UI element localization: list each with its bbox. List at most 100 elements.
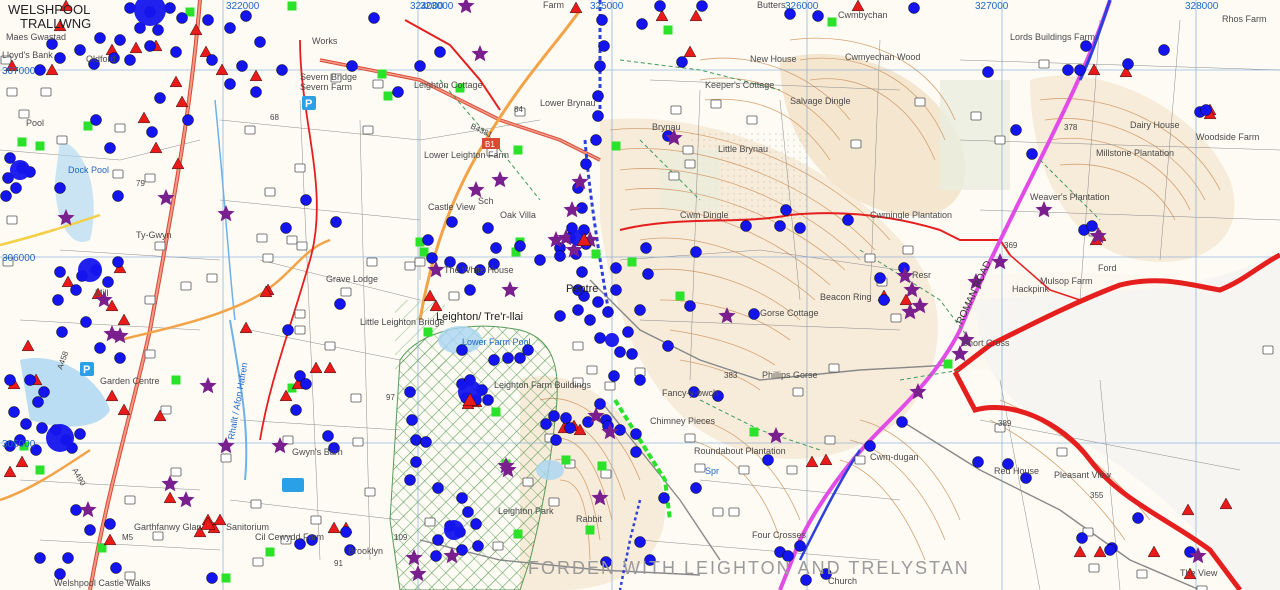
- green-square-marker[interactable]: [423, 327, 433, 337]
- blue-location-marker[interactable]: [56, 326, 68, 338]
- blue-location-marker[interactable]: [1074, 64, 1086, 76]
- blue-location-marker[interactable]: [422, 234, 434, 246]
- blue-location-marker[interactable]: [690, 482, 702, 494]
- blue-location-marker[interactable]: [598, 40, 610, 52]
- blue-location-marker[interactable]: [206, 54, 218, 66]
- blue-location-marker[interactable]: [592, 296, 604, 308]
- marker-cluster[interactable]: [78, 258, 102, 282]
- blue-location-marker[interactable]: [1010, 124, 1022, 136]
- blue-location-marker[interactable]: [594, 332, 606, 344]
- blue-location-marker[interactable]: [322, 430, 334, 442]
- blue-location-marker[interactable]: [534, 254, 546, 266]
- blue-location-marker[interactable]: [32, 396, 44, 408]
- blue-location-marker[interactable]: [254, 36, 266, 48]
- blue-location-marker[interactable]: [300, 194, 312, 206]
- blue-location-marker[interactable]: [124, 2, 136, 14]
- blue-location-marker[interactable]: [1200, 104, 1212, 116]
- blue-location-marker[interactable]: [74, 428, 86, 440]
- blue-location-marker[interactable]: [464, 284, 476, 296]
- blue-location-marker[interactable]: [404, 386, 416, 398]
- blue-location-marker[interactable]: [472, 540, 484, 552]
- blue-location-marker[interactable]: [54, 266, 66, 278]
- blue-location-marker[interactable]: [630, 428, 642, 440]
- blue-location-marker[interactable]: [462, 506, 474, 518]
- blue-location-marker[interactable]: [812, 10, 824, 22]
- blue-location-marker[interactable]: [224, 78, 236, 90]
- green-square-marker[interactable]: [561, 455, 571, 465]
- green-square-marker[interactable]: [749, 427, 759, 437]
- blue-location-marker[interactable]: [4, 374, 16, 386]
- green-square-marker[interactable]: [171, 375, 181, 385]
- blue-location-marker[interactable]: [280, 222, 292, 234]
- blue-location-marker[interactable]: [982, 66, 994, 78]
- blue-location-marker[interactable]: [908, 2, 920, 14]
- blue-location-marker[interactable]: [1132, 512, 1144, 524]
- blue-location-marker[interactable]: [774, 220, 786, 232]
- blue-location-marker[interactable]: [104, 518, 116, 530]
- blue-location-marker[interactable]: [1104, 544, 1116, 556]
- green-square-marker[interactable]: [221, 573, 231, 583]
- blue-location-marker[interactable]: [250, 86, 262, 98]
- blue-location-marker[interactable]: [696, 0, 708, 12]
- blue-location-marker[interactable]: [572, 304, 584, 316]
- blue-location-marker[interactable]: [124, 54, 136, 66]
- blue-location-marker[interactable]: [636, 18, 648, 30]
- blue-location-marker[interactable]: [1122, 58, 1134, 70]
- blue-location-marker[interactable]: [410, 434, 422, 446]
- blue-location-marker[interactable]: [34, 552, 46, 564]
- blue-location-marker[interactable]: [70, 504, 82, 516]
- blue-location-marker[interactable]: [1158, 44, 1170, 56]
- blue-location-marker[interactable]: [20, 418, 32, 430]
- blue-location-marker[interactable]: [52, 294, 64, 306]
- green-square-marker[interactable]: [513, 145, 523, 155]
- blue-location-marker[interactable]: [972, 456, 984, 468]
- green-square-marker[interactable]: [827, 17, 837, 27]
- blue-location-marker[interactable]: [392, 86, 404, 98]
- blue-location-marker[interactable]: [146, 126, 158, 138]
- blue-location-marker[interactable]: [630, 446, 642, 458]
- blue-location-marker[interactable]: [10, 182, 22, 194]
- blue-location-marker[interactable]: [34, 64, 46, 76]
- blue-location-marker[interactable]: [748, 308, 760, 320]
- blue-location-marker[interactable]: [658, 492, 670, 504]
- blue-location-marker[interactable]: [62, 552, 74, 564]
- blue-location-marker[interactable]: [780, 204, 792, 216]
- blue-location-marker[interactable]: [580, 158, 592, 170]
- blue-location-marker[interactable]: [206, 572, 218, 584]
- blue-location-marker[interactable]: [110, 562, 122, 574]
- blue-location-marker[interactable]: [1062, 64, 1074, 76]
- blue-location-marker[interactable]: [610, 284, 622, 296]
- blue-location-marker[interactable]: [114, 352, 126, 364]
- blue-location-marker[interactable]: [456, 492, 468, 504]
- blue-location-marker[interactable]: [878, 294, 890, 306]
- green-square-marker[interactable]: [675, 291, 685, 301]
- blue-location-marker[interactable]: [622, 326, 634, 338]
- blue-location-marker[interactable]: [864, 440, 876, 452]
- blue-location-marker[interactable]: [662, 340, 674, 352]
- blue-location-marker[interactable]: [0, 190, 12, 202]
- blue-location-marker[interactable]: [54, 52, 66, 64]
- blue-location-marker[interactable]: [432, 534, 444, 546]
- green-square-marker[interactable]: [943, 359, 953, 369]
- green-square-marker[interactable]: [597, 461, 607, 471]
- blue-location-marker[interactable]: [236, 60, 248, 72]
- blue-location-marker[interactable]: [224, 22, 236, 34]
- blue-location-marker[interactable]: [406, 414, 418, 426]
- blue-location-marker[interactable]: [514, 352, 526, 364]
- blue-location-marker[interactable]: [410, 456, 422, 468]
- blue-location-marker[interactable]: [690, 246, 702, 258]
- blue-location-marker[interactable]: [70, 284, 82, 296]
- blue-location-marker[interactable]: [470, 518, 482, 530]
- blue-location-marker[interactable]: [346, 60, 358, 72]
- blue-location-marker[interactable]: [1076, 532, 1088, 544]
- blue-location-marker[interactable]: [482, 222, 494, 234]
- blue-location-marker[interactable]: [202, 14, 214, 26]
- blue-location-marker[interactable]: [74, 44, 86, 56]
- green-square-marker[interactable]: [377, 69, 387, 79]
- blue-location-marker[interactable]: [1086, 220, 1098, 232]
- blue-location-marker[interactable]: [874, 272, 886, 284]
- blue-location-marker[interactable]: [594, 60, 606, 72]
- green-square-marker[interactable]: [35, 141, 45, 151]
- blue-location-marker[interactable]: [640, 242, 652, 254]
- blue-location-marker[interactable]: [614, 346, 626, 358]
